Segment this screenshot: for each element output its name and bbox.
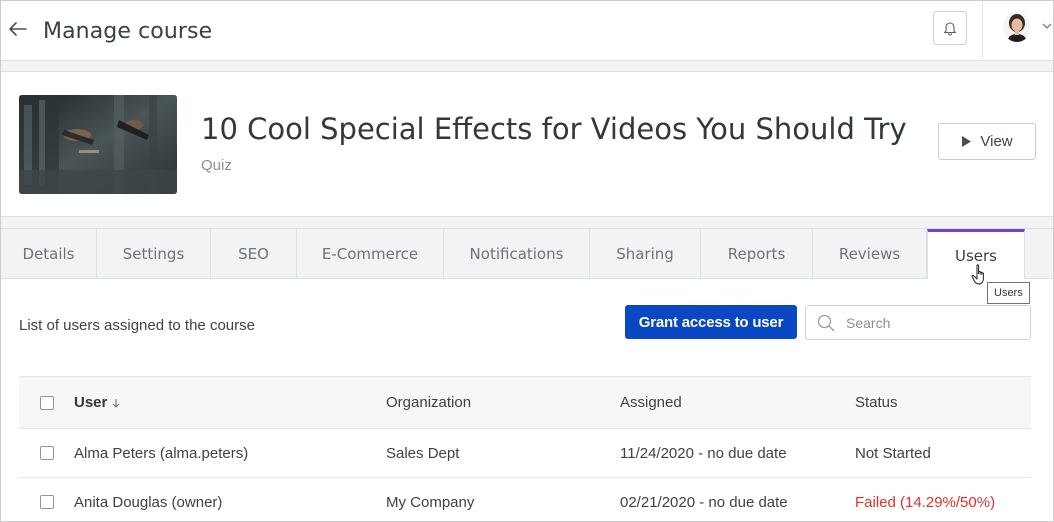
app-window: Manage course 10 Cool Special Effects fo… [0, 0, 1054, 522]
cell-status: Failed (14.29%/50%) [855, 493, 996, 511]
notifications-button[interactable] [933, 11, 967, 45]
column-organization-header: Organization [386, 394, 472, 411]
user-avatar[interactable] [1003, 12, 1031, 42]
play-icon [962, 136, 972, 147]
search-box[interactable] [805, 305, 1031, 340]
tab-sharing[interactable]: Sharing [590, 229, 701, 279]
tab-details[interactable]: Details [1, 229, 97, 279]
search-input[interactable] [846, 314, 1026, 331]
account-menu-toggle[interactable] [1041, 19, 1053, 31]
arrow-left-icon [9, 22, 27, 36]
cell-assigned: 11/24/2020 - no due date [620, 444, 787, 462]
tab-e-commerce[interactable]: E-Commerce [297, 229, 444, 279]
select-all-checkbox[interactable] [40, 396, 54, 410]
row-checkbox[interactable] [40, 495, 54, 509]
top-bar: Manage course [1, 1, 1053, 61]
cell-organization: My Company [386, 493, 475, 511]
course-header: 10 Cool Special Effects for Videos You S… [1, 71, 1053, 217]
back-button[interactable] [7, 17, 29, 41]
view-button[interactable]: View [938, 123, 1036, 160]
list-caption: List of users assigned to the course [19, 317, 255, 334]
users-panel: List of users assigned to the course Gra… [1, 279, 1053, 521]
tab-seo[interactable]: SEO [211, 229, 297, 279]
tab-settings[interactable]: Settings [97, 229, 211, 279]
page-title: Manage course [43, 19, 213, 44]
cell-assigned: 02/21/2020 - no due date [620, 493, 788, 511]
arrow-down-icon [112, 398, 120, 408]
chevron-down-icon [1042, 23, 1052, 29]
course-thumbnail-image [19, 95, 177, 194]
column-user-header[interactable]: User [74, 377, 121, 428]
avatar-icon [1003, 12, 1031, 42]
course-thumbnail [19, 95, 177, 194]
view-button-label: View [980, 133, 1013, 150]
table-row[interactable]: Anita Douglas (owner) My Company 02/21/2… [19, 478, 1031, 521]
cell-organization: Sales Dept [386, 444, 460, 462]
table-header-row: User Organization Assigned Status [19, 376, 1031, 429]
course-type: Quiz [201, 157, 232, 174]
grant-access-button[interactable]: Grant access to user [625, 305, 797, 339]
divider [982, 1, 983, 61]
tab-reports[interactable]: Reports [701, 229, 813, 279]
cell-status: Not Started [855, 444, 931, 462]
column-status-header: Status [855, 394, 898, 411]
tab-reviews[interactable]: Reviews [813, 229, 927, 279]
column-assigned-header: Assigned [620, 394, 682, 411]
table-row[interactable]: Alma Peters (alma.peters) Sales Dept 11/… [19, 429, 1031, 478]
bell-icon [943, 22, 957, 36]
course-title: 10 Cool Special Effects for Videos You S… [201, 112, 907, 146]
tab-notifications[interactable]: Notifications [444, 229, 590, 279]
cell-user[interactable]: Alma Peters (alma.peters) [74, 429, 248, 477]
tab-bar: Details Settings SEO E-Commerce Notifica… [1, 228, 1053, 280]
cell-user[interactable]: Anita Douglas (owner) [74, 478, 222, 521]
tooltip: Users [987, 282, 1030, 304]
row-checkbox[interactable] [40, 446, 54, 460]
users-table: User Organization Assigned Status Alma P… [19, 376, 1031, 521]
column-user-label: User [74, 394, 108, 411]
search-icon [806, 314, 846, 332]
